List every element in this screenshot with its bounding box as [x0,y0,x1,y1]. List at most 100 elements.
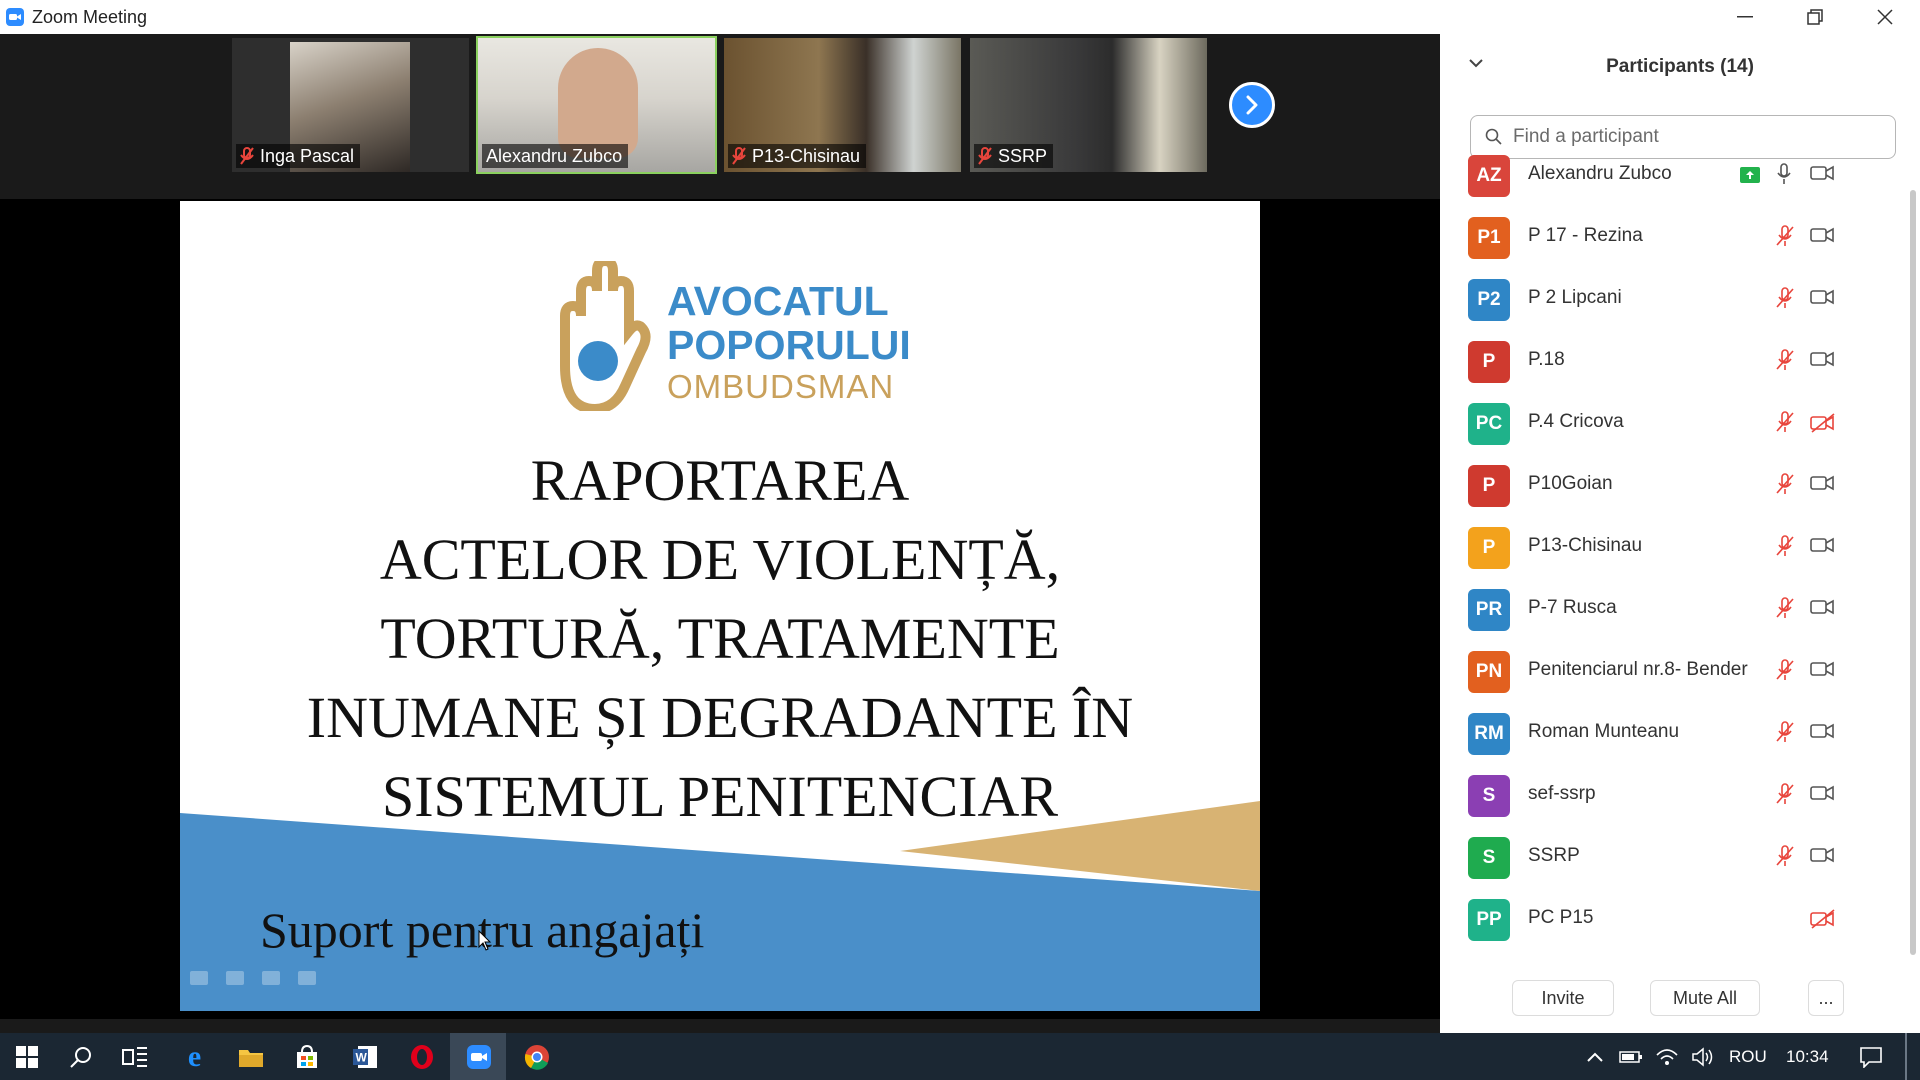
video-off-icon[interactable] [1810,351,1834,367]
avatar: PP [1468,899,1510,941]
mic-icon[interactable] [1775,163,1793,185]
participant-row[interactable]: AZ Alexandru Zubco [1440,155,1905,207]
muted-mic-icon[interactable] [1775,287,1795,309]
pen-icon[interactable] [226,971,244,985]
participant-name: Alexandru Zubco [1528,163,1672,184]
participant-row[interactable]: S sef-ssrp [1440,765,1905,827]
show-desktop-button[interactable] [1905,1033,1907,1080]
restore-button[interactable] [1780,0,1850,34]
volume-icon[interactable] [1686,1040,1719,1073]
video-off-icon[interactable] [1810,537,1834,553]
slide-title-line: SISTEMUL PENITENCIAR [381,764,1059,829]
search-icon[interactable] [64,1040,97,1073]
next-slide-icon[interactable] [298,971,316,985]
avatar: PR [1468,589,1510,631]
video-off-icon[interactable] [1810,599,1834,615]
slideshow-toolbar[interactable] [190,971,316,985]
muted-mic-icon[interactable] [1775,783,1795,805]
muted-mic-icon[interactable] [1775,659,1795,681]
video-off-icon[interactable] [1810,785,1834,801]
video-tile-active-speaker[interactable]: Alexandru Zubco [476,36,717,174]
opera-icon[interactable] [405,1040,438,1073]
avatar: S [1468,775,1510,817]
start-icon[interactable] [10,1040,43,1073]
logo-line: OMBUDSMAN [667,368,895,405]
screen-share-icon [1740,167,1760,183]
participant-name: P 17 - Rezina [1528,225,1643,246]
invite-button[interactable]: Invite [1512,980,1614,1016]
battery-icon[interactable] [1614,1040,1647,1073]
participant-row[interactable]: P P10Goian [1440,455,1905,517]
more-options-button[interactable]: ... [1808,980,1844,1016]
close-button[interactable] [1850,0,1920,34]
video-off-icon[interactable] [1810,661,1834,677]
avatar: S [1468,837,1510,879]
task-view-icon[interactable] [118,1040,151,1073]
avatar: P1 [1468,217,1510,259]
avatar: P2 [1468,279,1510,321]
participant-row[interactable]: PR P-7 Rusca [1440,579,1905,641]
store-icon[interactable] [290,1040,323,1073]
video-off-icon[interactable] [1810,165,1834,181]
participant-row[interactable]: PP PC P15 [1440,889,1905,951]
avatar: RM [1468,713,1510,755]
participant-row[interactable]: PN Penitenciarul nr.8- Bender [1440,641,1905,703]
tile-name: P13-Chisinau [752,145,861,166]
muted-mic-icon[interactable] [1775,473,1795,495]
video-off-icon[interactable] [1810,289,1834,305]
participant-row[interactable]: P1 P 17 - Rezina [1440,207,1905,269]
muted-mic-icon [240,147,254,165]
edge-icon[interactable]: e [178,1040,211,1073]
minimize-button[interactable] [1710,0,1780,34]
muted-mic-icon[interactable] [1775,845,1795,867]
next-page-button[interactable] [1229,82,1275,128]
menu-icon[interactable] [262,971,280,985]
muted-mic-icon[interactable] [1775,597,1795,619]
search-icon [1485,128,1502,145]
clock[interactable]: 10:34 [1786,1047,1829,1067]
video-off-icon[interactable] [1810,475,1834,491]
video-tile[interactable]: Inga Pascal [232,38,469,172]
mute-all-button[interactable]: Mute All [1650,980,1760,1016]
participant-name: P.4 Cricova [1528,411,1624,432]
participant-row[interactable]: PC P.4 Cricova [1440,393,1905,455]
notifications-icon[interactable] [1854,1040,1887,1073]
file-explorer-icon[interactable] [234,1040,267,1073]
muted-mic-icon[interactable] [1775,411,1795,433]
participant-row[interactable]: RM Roman Munteanu [1440,703,1905,765]
video-tile[interactable]: P13-Chisinau [724,38,961,172]
video-disabled-icon[interactable] [1810,909,1836,929]
meeting-bottom-bar [0,1019,1440,1033]
chrome-icon[interactable] [520,1040,553,1073]
prev-slide-icon[interactable] [190,971,208,985]
chevron-up-icon[interactable] [1578,1040,1611,1073]
muted-mic-icon[interactable] [1775,721,1795,743]
participant-row[interactable]: S SSRP [1440,827,1905,889]
participant-name: P13-Chisinau [1528,535,1643,556]
participant-row[interactable]: P P13-Chisinau [1440,517,1905,579]
slide-title-line: INUMANE ȘI DEGRADANTE ÎN [306,685,1134,750]
window-title: Zoom Meeting [32,6,148,27]
video-off-icon[interactable] [1810,723,1834,739]
video-tile[interactable]: SSRP [970,38,1207,172]
participant-video [558,48,638,158]
word-icon[interactable]: W [348,1040,381,1073]
wifi-icon[interactable] [1650,1040,1683,1073]
video-disabled-icon[interactable] [1810,413,1836,433]
muted-mic-icon[interactable] [1775,349,1795,371]
video-off-icon[interactable] [1810,227,1834,243]
participant-row[interactable]: P P.18 [1440,331,1905,393]
muted-mic-icon[interactable] [1775,225,1795,247]
participant-list-scrollbar[interactable] [1910,190,1916,955]
search-input[interactable] [1511,125,1875,149]
participant-list: AZ Alexandru Zubco P1 P 17 - Rezina P2 P… [1440,155,1905,955]
participant-name: SSRP [1528,845,1580,866]
tile-name: SSRP [998,145,1048,166]
participant-search[interactable] [1470,115,1896,159]
video-off-icon[interactable] [1810,847,1834,863]
zoom-icon[interactable] [462,1040,495,1073]
participant-row[interactable]: P2 P 2 Lipcani [1440,269,1905,331]
muted-mic-icon[interactable] [1775,535,1795,557]
input-language[interactable]: ROU [1729,1047,1767,1067]
avatar: AZ [1468,155,1510,197]
